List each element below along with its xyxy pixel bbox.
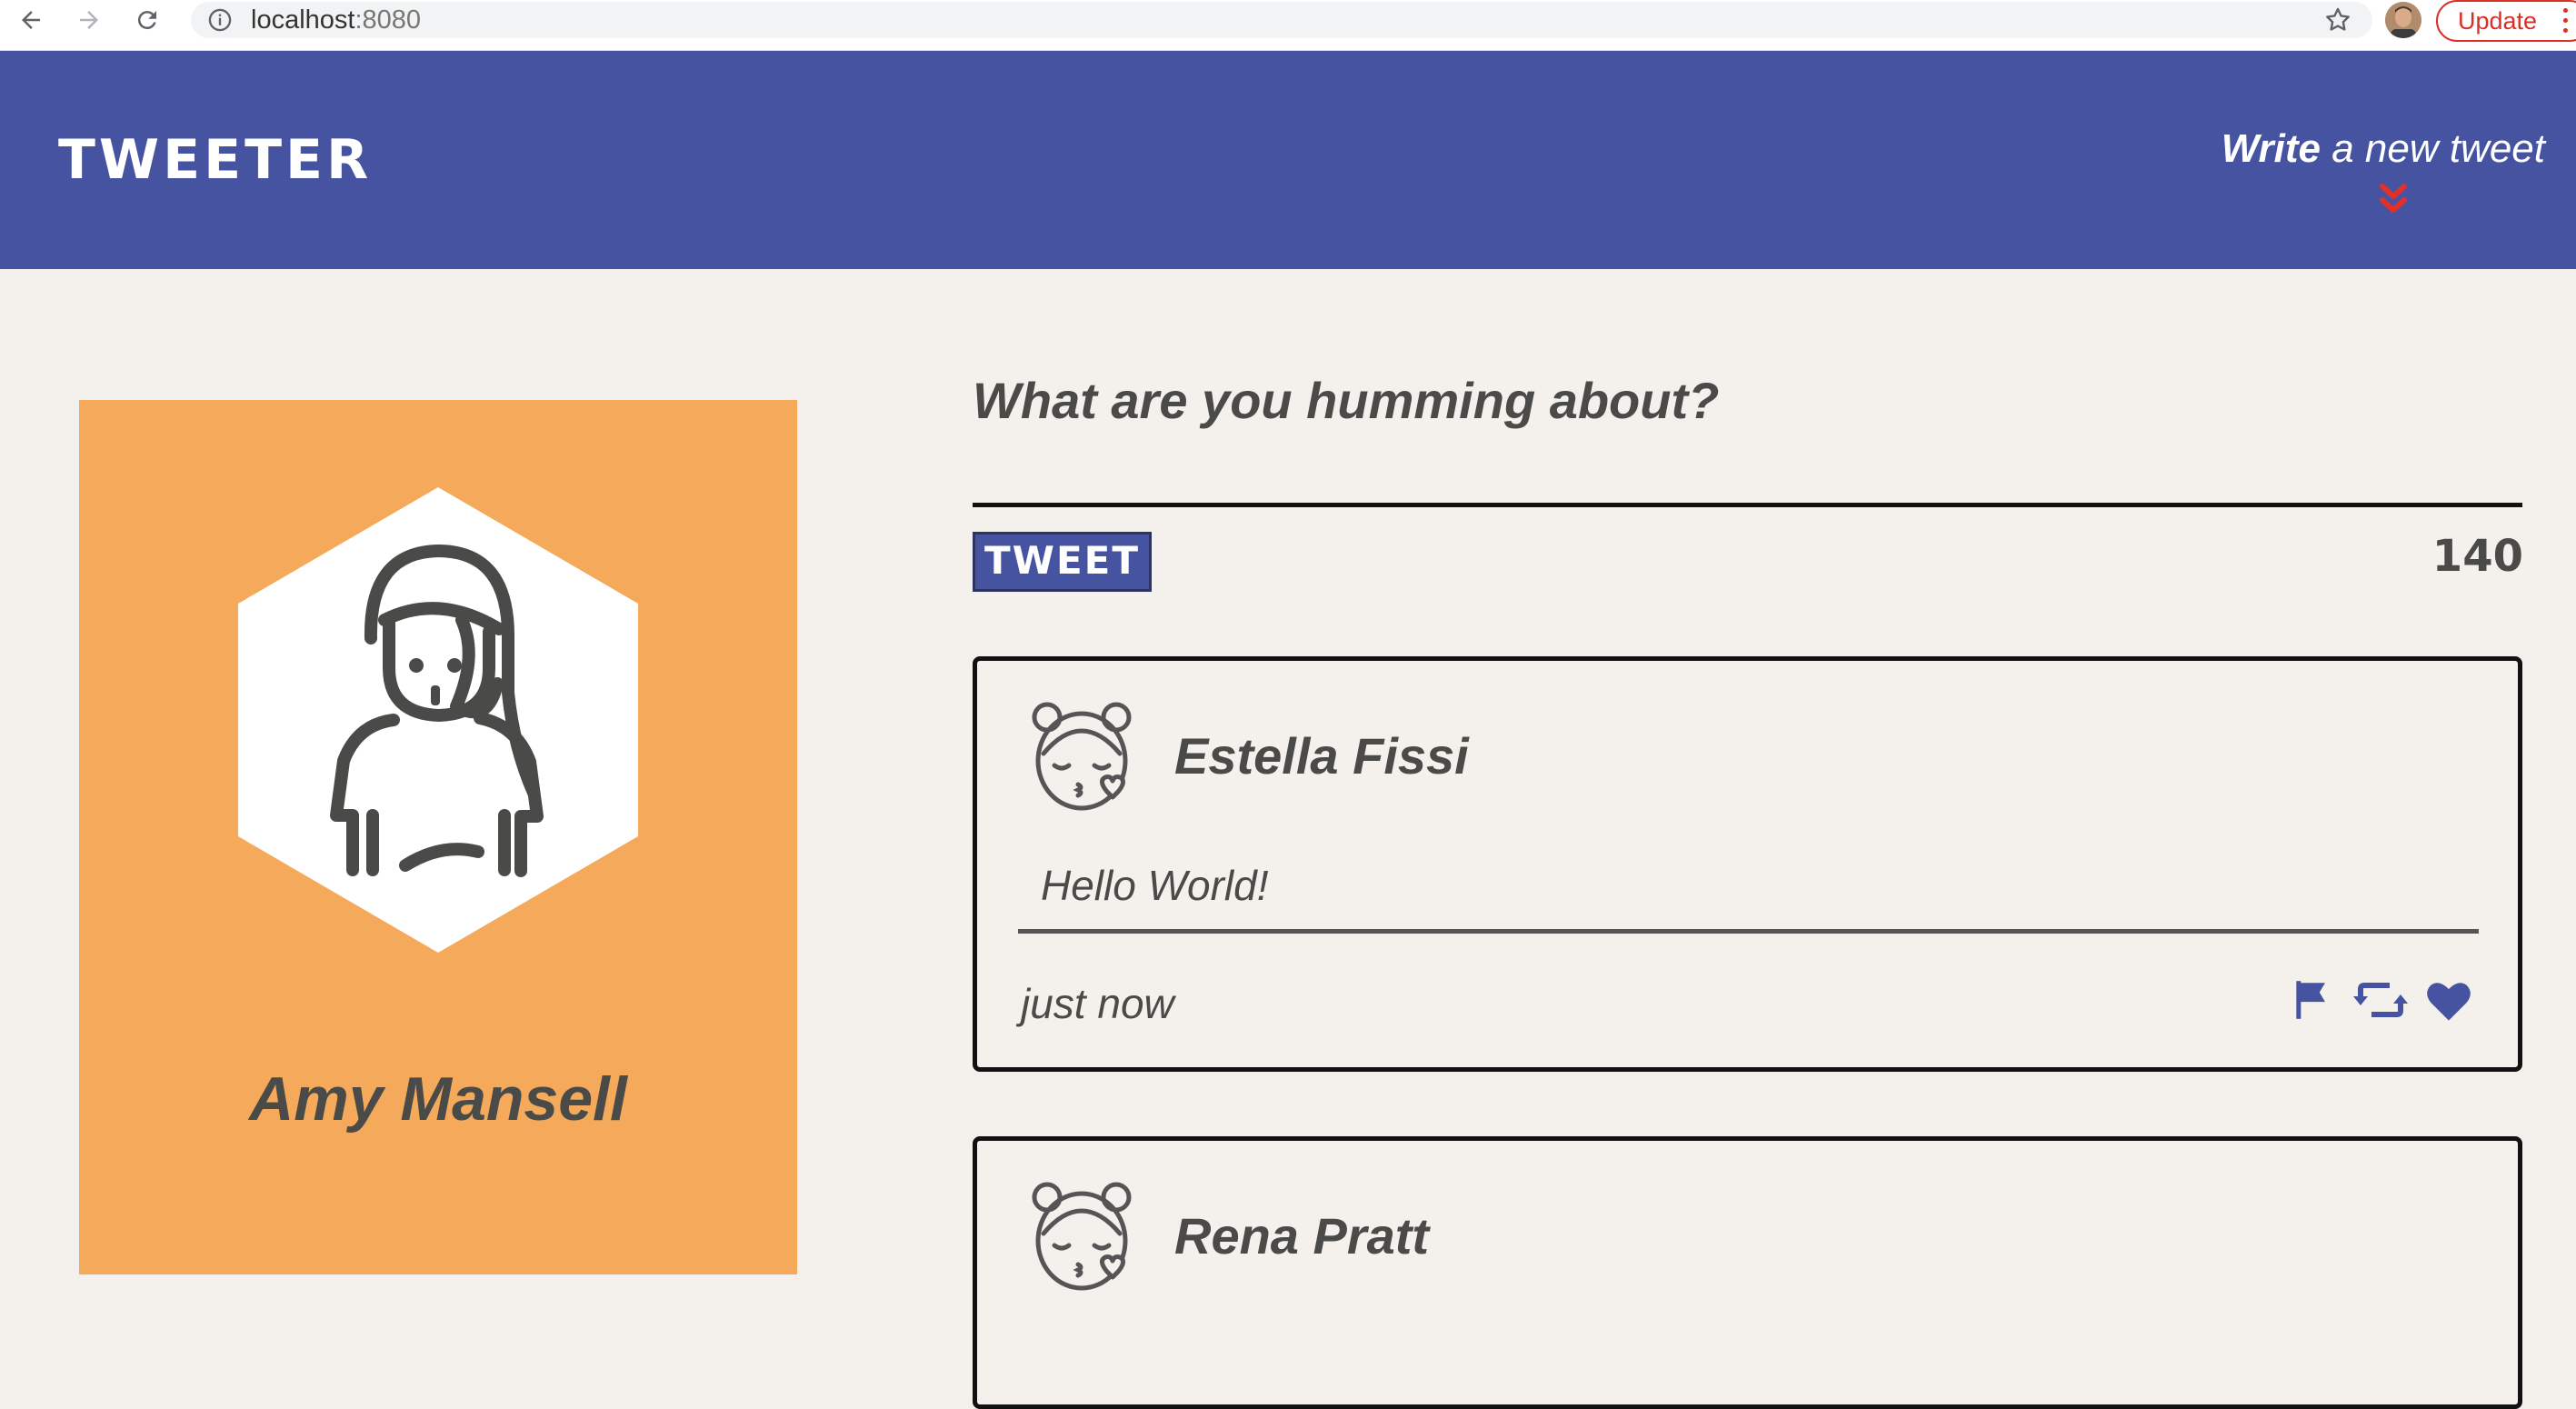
address-bar[interactable]: localhost:8080 (191, 2, 2372, 38)
tweet-card: Rena Pratt (973, 1136, 2522, 1409)
update-label: Update (2458, 7, 2538, 35)
browser-toolbar: localhost:8080 Update (0, 0, 2576, 51)
compose-prompt: What are you humming about? (973, 372, 1720, 429)
double-chevron-down-icon[interactable] (2380, 184, 2407, 226)
tweet-submit-button[interactable]: TWEET (973, 532, 1152, 592)
star-icon[interactable] (2323, 5, 2352, 39)
write-new-tweet-toggle[interactable]: Write a new tweet (2200, 129, 2545, 169)
profile-avatar[interactable] (2385, 2, 2421, 38)
tweet-author-name: Estella Fissi (1174, 727, 1469, 784)
compose-textarea-underline[interactable] (973, 503, 2522, 507)
tweet-divider (1018, 929, 2479, 934)
tweet-body-text: Hello World! (1041, 862, 1269, 909)
info-icon[interactable] (207, 7, 233, 37)
back-arrow-icon[interactable] (11, 2, 51, 38)
more-menu-icon[interactable] (2563, 5, 2569, 36)
write-rest-text: a new tweet (2320, 126, 2545, 171)
tweet-author-name: Rena Pratt (1174, 1207, 1430, 1264)
profile-name: Amy Mansell (249, 1064, 627, 1134)
profile-card: Amy Mansell (79, 400, 797, 1274)
url-port: :8080 (354, 5, 422, 35)
app-header: TWEETER Write a new tweet (0, 51, 2576, 269)
browser-update-button[interactable]: Update (2436, 0, 2576, 42)
heart-icon[interactable] (2425, 979, 2472, 1027)
forward-arrow-icon[interactable] (69, 2, 109, 38)
kissing-girl-avatar-icon (1027, 1177, 1136, 1300)
brand-logo[interactable]: TWEETER (58, 133, 372, 187)
char-counter: 140 (2431, 531, 2523, 582)
url-text: localhost:8080 (251, 5, 421, 35)
write-bold-text: Write (2221, 126, 2321, 171)
flag-icon[interactable] (2289, 977, 2334, 1027)
kissing-girl-avatar-icon (1027, 697, 1136, 820)
reload-icon[interactable] (127, 2, 167, 38)
url-host: localhost (251, 5, 355, 35)
tweet-card: Estella Fissi Hello World! just now (973, 656, 2522, 1072)
woman-avatar-icon (235, 484, 642, 961)
tweet-timestamp: just now (1021, 980, 1174, 1027)
retweet-icon[interactable] (2352, 980, 2409, 1024)
